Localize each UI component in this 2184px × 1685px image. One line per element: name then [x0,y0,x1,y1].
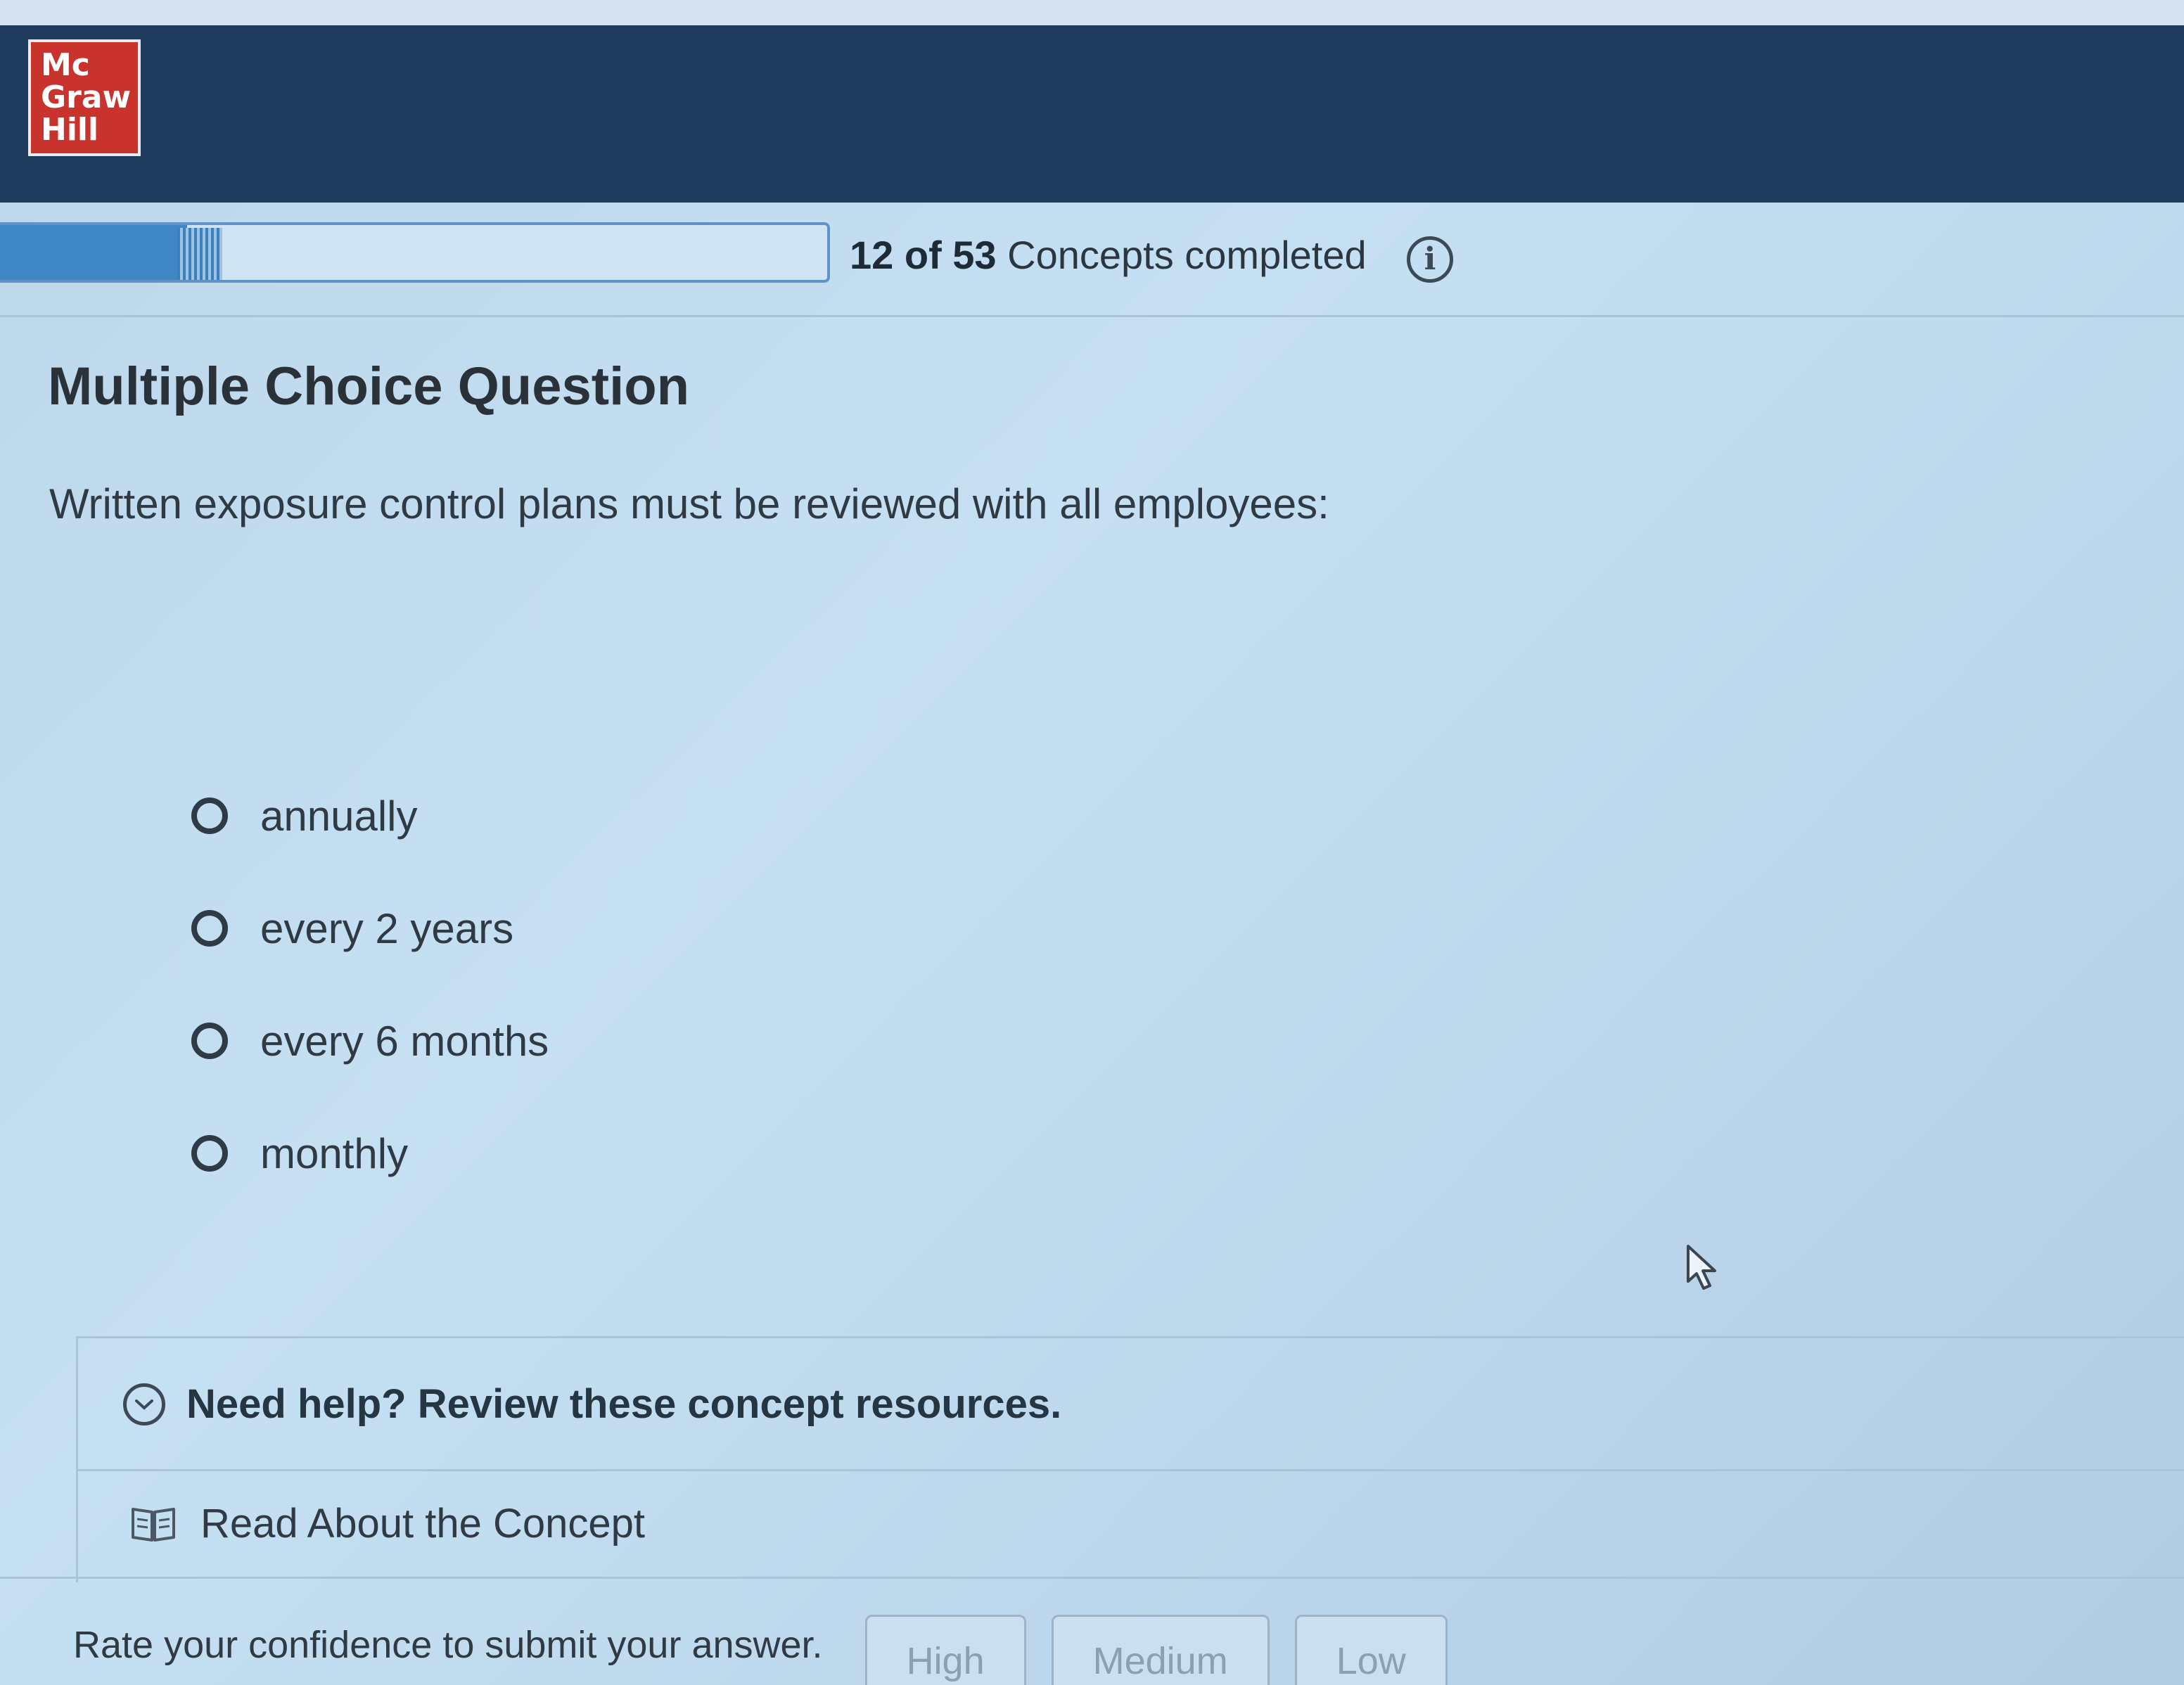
low-confidence-button[interactable]: Low [1294,1615,1448,1685]
info-icon[interactable]: i [1407,236,1453,283]
answer-options: annually every 2 years every 6 months mo… [191,760,549,1210]
option-annually[interactable]: annually [191,760,549,872]
mcgraw-hill-logo: Mc Graw Hill [28,39,141,156]
footer-divider [0,1577,2184,1579]
help-panel: Need help? Review these concept resource… [76,1336,2184,1582]
option-every-2-years[interactable]: every 2 years [191,872,549,985]
radio-button[interactable] [191,1135,228,1172]
option-label: every 2 years [260,904,514,952]
option-label: annually [260,792,418,840]
option-monthly[interactable]: monthly [191,1097,549,1210]
progress-total: 53 [952,233,997,277]
radio-button[interactable] [191,1023,228,1059]
logo-line-2: Graw [41,79,132,115]
logo-line-1: Mc [41,47,90,83]
page: Mc Graw Hill 12 of 53 Concepts completed… [0,0,2184,1685]
browser-top-strip [0,0,2184,28]
book-icon [132,1507,175,1542]
mouse-cursor-icon [1687,1245,1716,1290]
progress-label: 12 of 53 Concepts completed [850,232,1367,278]
progress-completed: 12 [850,233,894,277]
confidence-prompt: Rate your confidence to submit your answ… [73,1624,823,1666]
help-toggle[interactable]: Need help? Review these concept resource… [123,1380,1061,1428]
option-every-6-months[interactable]: every 6 months [191,985,549,1097]
progress-of: of [904,233,942,277]
read-about-concept-link[interactable]: Read About the Concept [130,1500,645,1547]
high-confidence-button[interactable]: High [864,1615,1026,1685]
logo-line-3: Hill [41,112,99,148]
question-title: Multiple Choice Question [48,357,690,416]
question-prompt: Written exposure control plans must be r… [49,480,1329,527]
radio-button[interactable] [191,910,228,947]
divider [0,315,2184,317]
option-label: every 6 months [260,1017,549,1065]
app-header [0,25,2184,203]
option-label: monthly [260,1129,409,1177]
progress-bar [0,222,830,283]
progress-row: 12 of 53 Concepts completed i [0,204,2184,309]
radio-button[interactable] [191,797,228,834]
read-about-concept-label: Read About the Concept [200,1501,646,1546]
progress-suffix: Concepts completed [1007,233,1367,277]
progress-fill [0,225,187,280]
confidence-row: Rate your confidence to submit your answ… [73,1615,1473,1685]
medium-confidence-button[interactable]: Medium [1051,1615,1270,1685]
progress-stripes [177,228,222,280]
chevron-down-icon [123,1383,165,1425]
help-header-text: Need help? Review these concept resource… [186,1381,1062,1427]
help-divider [78,1469,2184,1471]
